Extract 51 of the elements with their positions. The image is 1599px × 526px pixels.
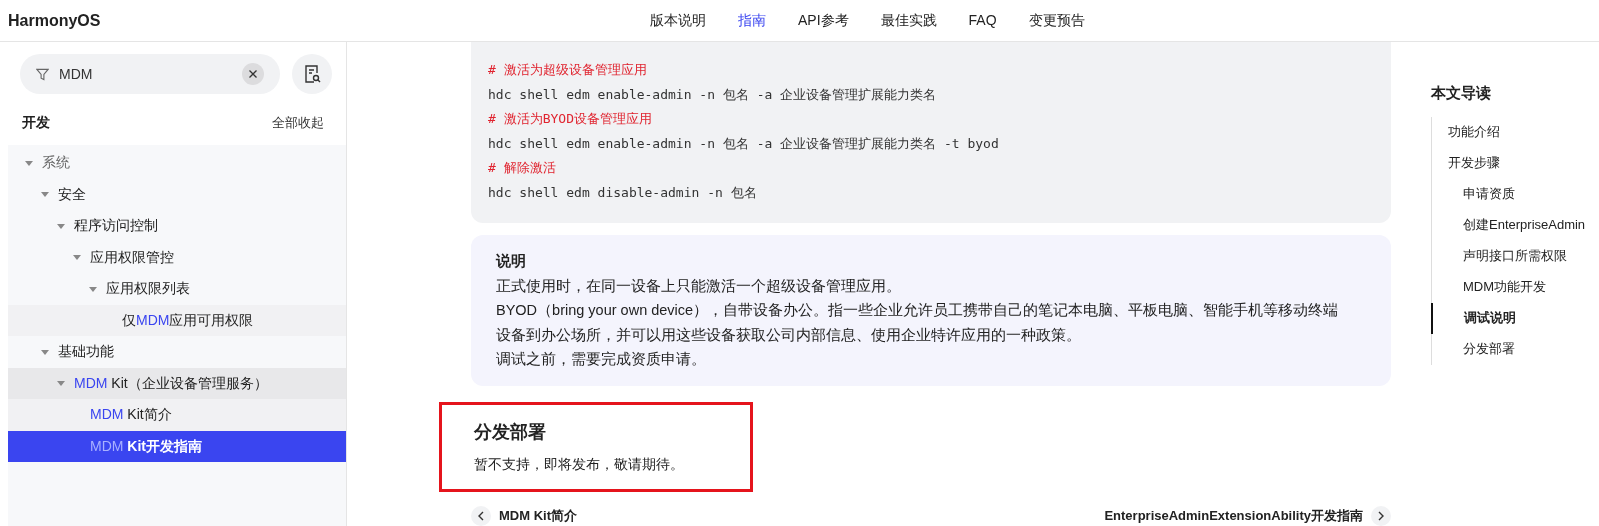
tree-item[interactable]: 应用权限管控 [8, 241, 346, 273]
code-comment: # 激活为超级设备管理应用 [488, 61, 647, 79]
tree-item[interactable]: MDM Kit简介 [8, 399, 346, 431]
filter-input[interactable]: MDM [59, 63, 232, 85]
tree-item[interactable]: 系统 [8, 147, 346, 179]
toc-item[interactable]: 功能介绍 [1432, 116, 1586, 148]
previous-page-link[interactable]: MDM Kit简介 [471, 505, 577, 526]
tree-item[interactable]: 安全 [8, 178, 346, 210]
nav-tab[interactable]: 最佳实践 [880, 10, 937, 31]
tree-item[interactable]: MDM Kit（企业设备管理服务） [8, 367, 346, 399]
toc-title: 本文导读 [1431, 83, 1491, 103]
toc-item[interactable]: 调试说明 [1431, 302, 1586, 334]
note-text: BYOD（bring your own device），自带设备办公。指一些企业允许员工携带自己的笔记本电脑、平板电脑、智能手机等移动终端设备到办公场所，并可以用这些设备获取公司内部信息、使用企业特许应用的一种政策。 [496, 301, 1340, 345]
toc-item[interactable]: 分发部署 [1432, 333, 1586, 365]
next-page-link[interactable]: EnterpriseAdminExtensionAbility开发指南 [1104, 505, 1391, 526]
section-heading: 分发部署 [474, 420, 546, 444]
toc-item[interactable]: 申请资质 [1432, 178, 1586, 210]
nav-tab[interactable]: 变更预告 [1028, 10, 1085, 31]
code-comment: # 解除激活 [488, 159, 556, 177]
nav-tab[interactable]: FAQ [968, 10, 997, 31]
chevron-left-icon [477, 510, 485, 521]
clear-button[interactable] [242, 63, 264, 85]
chevron-right-icon [1377, 510, 1385, 521]
document-search-button[interactable] [292, 54, 332, 94]
code-comment: # 激活为BYOD设备管理应用 [488, 110, 652, 128]
tree-item[interactable]: 应用权限列表 [8, 273, 346, 305]
collapse-all-link[interactable]: 全部收起 [272, 112, 324, 133]
nav-tab[interactable]: 版本说明 [650, 10, 706, 31]
nav-tab[interactable]: 指南 [738, 10, 766, 31]
filter-icon [36, 67, 49, 81]
tree-item[interactable]: 基础功能 [8, 336, 346, 368]
tree-item[interactable]: 仅MDM应用可用权限 [8, 304, 346, 336]
section-title: 开发 [22, 113, 50, 132]
tree-item[interactable]: 程序访问控制 [8, 210, 346, 242]
filter-field[interactable]: MDM [20, 54, 280, 94]
toc-item[interactable]: 创建EnterpriseAdmin [1432, 209, 1586, 241]
note-text: 调试之前，需要完成资质申请。 [496, 350, 707, 369]
code-line: hdc shell edm disable-admin -n 包名 [488, 183, 757, 202]
section-text: 暂不支持，即将发布，敬请期待。 [474, 454, 684, 474]
logo[interactable]: HarmonyOS [8, 9, 101, 33]
note-title: 说明 [496, 252, 526, 271]
code-line: hdc shell edm enable-admin -n 包名 -a 企业设备管理扩展能力类名 -t byod [488, 134, 999, 153]
toc-item[interactable]: MDM功能开发 [1432, 271, 1586, 303]
note-text: 正式使用时，在同一设备上只能激活一个超级设备管理应用。 [496, 276, 902, 296]
tree-item[interactable]: MDM Kit开发指南 [8, 430, 346, 462]
close-icon [248, 69, 258, 79]
nav-tab[interactable]: API参考 [798, 10, 849, 31]
code-line: hdc shell edm enable-admin -n 包名 -a 企业设备管理扩展能力类名 [488, 85, 937, 104]
document-search-icon [302, 64, 322, 84]
toc-item[interactable]: 声明接口所需权限 [1432, 240, 1586, 272]
toc-item[interactable]: 开发步骤 [1432, 147, 1586, 179]
